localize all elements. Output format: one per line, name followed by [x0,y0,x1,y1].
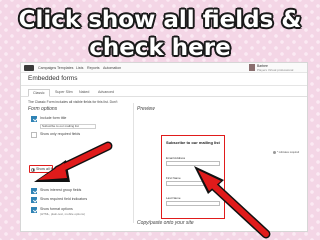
app-logo[interactable] [24,65,34,71]
interest-groups-checkbox[interactable] [31,188,37,194]
email-field[interactable] [166,161,220,166]
format-options-checkbox[interactable] [31,207,37,213]
tab-advanced[interactable]: Advanced [94,89,118,97]
last-name-field[interactable] [166,201,220,206]
nav-reports[interactable]: Reports [87,66,100,70]
format-options-label: Show format options [40,207,73,211]
required-only-radio[interactable] [31,132,37,138]
first-name-label: First Name [166,176,181,180]
include-title-label: Include form title [40,116,67,120]
user-org: Players Virtual professional [257,68,294,72]
show-all-radio[interactable] [31,167,35,172]
screenshot-panel: Campaigns Templates Lists Reports Automa… [20,62,308,232]
tab-classic[interactable]: Classic [28,89,50,97]
required-indicators-checkbox[interactable] [31,197,37,203]
preview-form-title: Subscribe to our mailing list [166,140,220,145]
nav-templates[interactable]: Templates [57,66,73,70]
required-indicators-label: Show required field indicators [40,197,88,201]
tab-super-slim[interactable]: Super Slim [51,89,77,97]
preview-heading: Preview [137,106,155,112]
form-title-input[interactable]: Subscribe to our mailing list [40,124,96,129]
nav-campaigns[interactable]: Campaigns [38,66,56,70]
top-nav: Campaigns Templates Lists Reports Automa… [21,63,307,73]
divider [21,85,307,86]
form-type-tabs: Classic Super Slim Naked Advanced [21,88,307,97]
email-label: Email Address [166,156,186,160]
form-options-heading: Form options [28,106,58,112]
include-title-checkbox[interactable] [31,116,37,122]
interest-groups-label: Show interest group fields [40,188,82,192]
tab-naked[interactable]: Naked [75,89,93,97]
nav-lists[interactable]: Lists [76,66,83,70]
show-all-fields-option[interactable]: Show all fields [29,165,59,173]
headline-line-2: check here [89,35,231,61]
show-all-label: Show all fields [36,167,59,171]
last-name-label: Last Name [166,196,181,200]
headline-line-1: Click show all fields & [18,7,302,33]
required-star-icon [273,151,276,154]
nav-automation[interactable]: Automation [103,66,121,70]
avatar[interactable] [249,64,255,71]
copy-paste-heading: Copy/paste onto your site [137,220,194,226]
preview-form: Subscribe to our mailing list Email Addr… [161,135,225,219]
column-divider [133,103,134,223]
intro-text: The Classic Form includes all visible fi… [28,100,118,104]
required-note: * indicates required [277,151,300,154]
required-only-label: Show only required fields [40,132,81,136]
page-title: Embedded forms [28,75,78,82]
first-name-field[interactable] [166,181,220,186]
format-options-sublabel: (HTML, plain-text, mobile options) [40,212,86,216]
